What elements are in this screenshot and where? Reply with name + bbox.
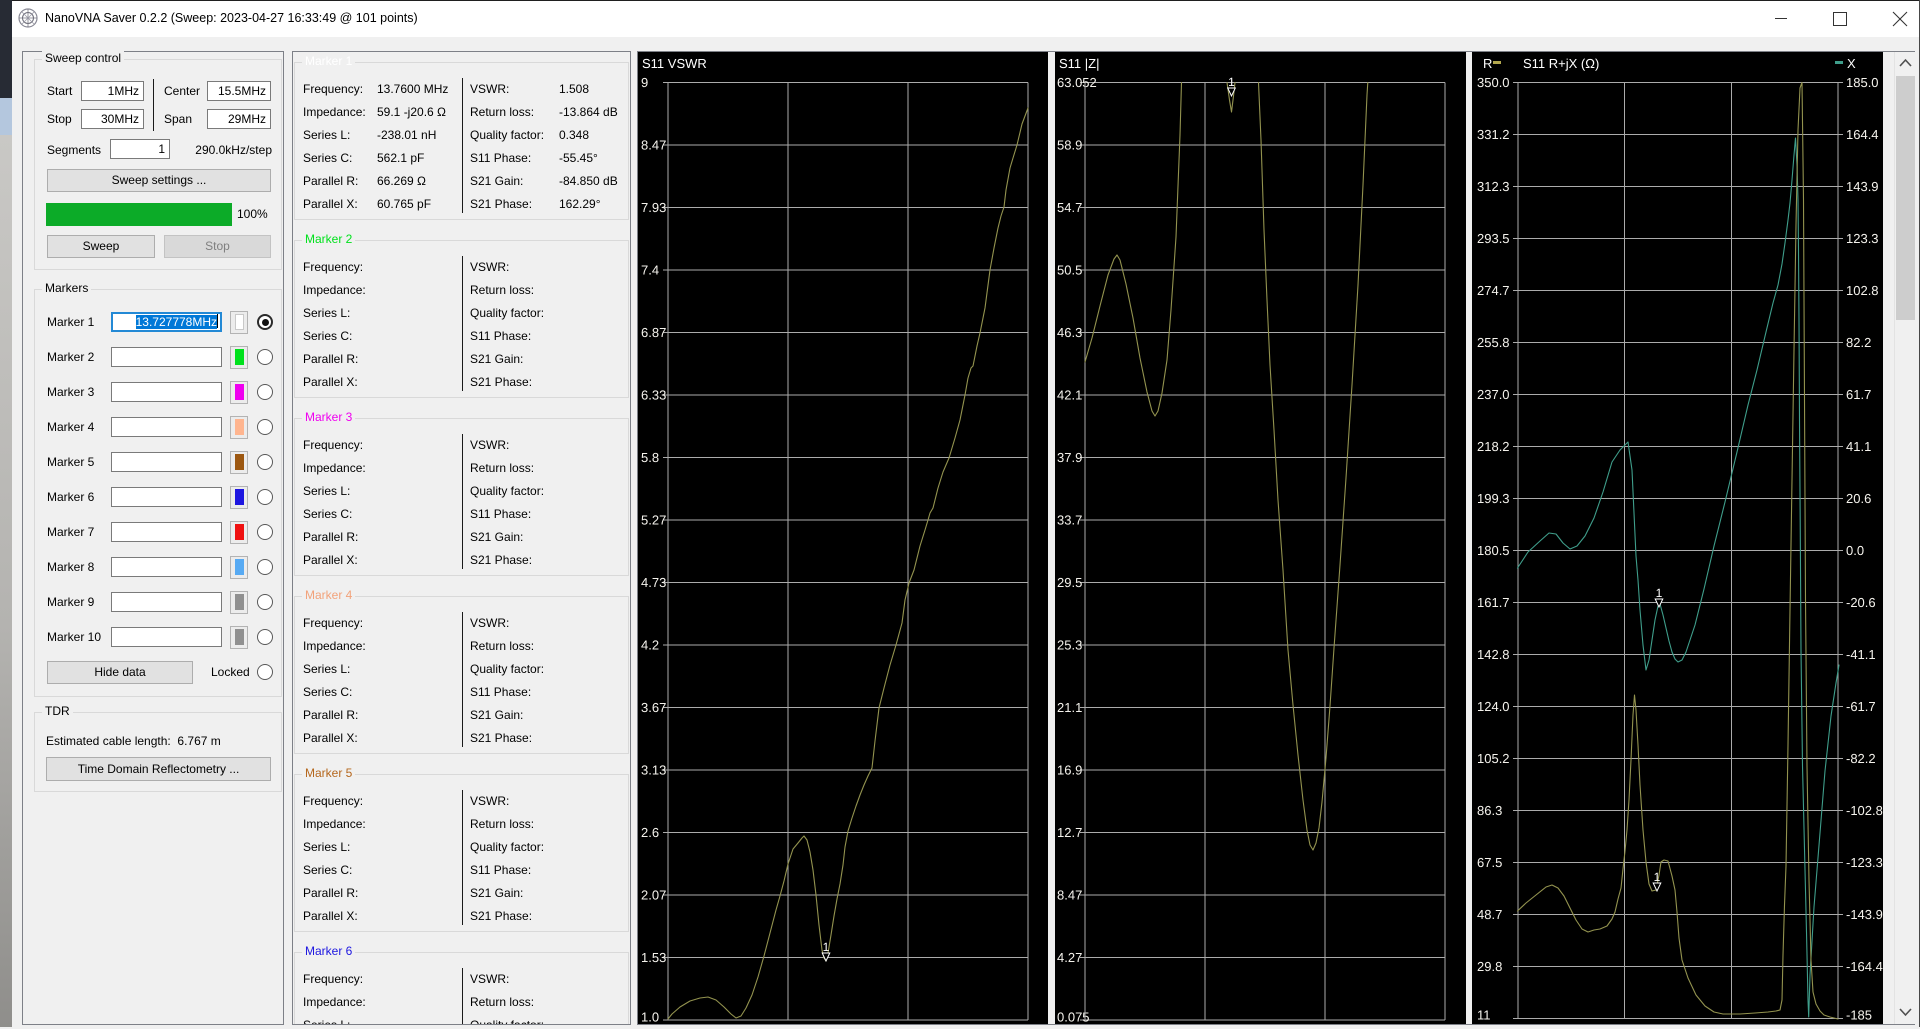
svg-text:4.73: 4.73 [641, 575, 666, 590]
svg-text:143.9: 143.9 [1846, 179, 1879, 194]
svg-text:-185: -185 [1846, 1008, 1872, 1023]
svg-text:1: 1 [1654, 870, 1661, 884]
svg-text:102.8: 102.8 [1846, 283, 1879, 298]
svg-text:8.47: 8.47 [641, 138, 666, 153]
svg-text:185.0: 185.0 [1846, 75, 1879, 90]
svg-text:-41.1: -41.1 [1846, 647, 1876, 662]
svg-text:-102.8: -102.8 [1846, 803, 1883, 818]
svg-text:S11 R+jX (Ω): S11 R+jX (Ω) [1523, 56, 1599, 71]
svg-text:7.4: 7.4 [641, 263, 659, 278]
svg-text:50.5: 50.5 [1057, 263, 1082, 278]
svg-text:46.3: 46.3 [1057, 325, 1082, 340]
svg-text:5.27: 5.27 [641, 513, 666, 528]
svg-text:1: 1 [1228, 75, 1235, 89]
svg-text:1: 1 [1656, 586, 1663, 600]
svg-text:237.0: 237.0 [1477, 387, 1510, 402]
svg-text:21.1: 21.1 [1057, 700, 1082, 715]
svg-text:-20.6: -20.6 [1846, 595, 1876, 610]
svg-text:180.5: 180.5 [1477, 543, 1510, 558]
svg-text:37.9: 37.9 [1057, 450, 1082, 465]
svg-text:82.2: 82.2 [1846, 335, 1871, 350]
svg-text:29.8: 29.8 [1477, 959, 1502, 974]
svg-text:-82.2: -82.2 [1846, 751, 1876, 766]
svg-text:350.0: 350.0 [1477, 75, 1510, 90]
svg-text:R: R [1483, 56, 1492, 71]
svg-text:11: 11 [1477, 1008, 1491, 1023]
svg-text:164.4: 164.4 [1846, 127, 1879, 142]
svg-text:67.5: 67.5 [1477, 855, 1502, 870]
svg-text:293.5: 293.5 [1477, 231, 1510, 246]
svg-text:1: 1 [823, 940, 830, 954]
svg-text:-123.3: -123.3 [1846, 855, 1883, 870]
svg-text:-143.9: -143.9 [1846, 907, 1883, 922]
svg-text:123.3: 123.3 [1846, 231, 1879, 246]
svg-text:2.6: 2.6 [641, 825, 659, 840]
svg-text:218.2: 218.2 [1477, 439, 1510, 454]
svg-text:105.2: 105.2 [1477, 751, 1510, 766]
svg-text:86.3: 86.3 [1477, 803, 1502, 818]
svg-text:0.0: 0.0 [1846, 543, 1864, 558]
svg-text:6.87: 6.87 [641, 325, 666, 340]
svg-text:33.7: 33.7 [1057, 513, 1082, 528]
svg-text:1.0: 1.0 [641, 1010, 659, 1025]
svg-text:16.9: 16.9 [1057, 763, 1082, 778]
svg-text:274.7: 274.7 [1477, 283, 1510, 298]
svg-text:142.8: 142.8 [1477, 647, 1510, 662]
svg-text:-164.4: -164.4 [1846, 959, 1883, 974]
svg-text:-61.7: -61.7 [1846, 699, 1876, 714]
svg-text:7.93: 7.93 [641, 200, 666, 215]
svg-text:4.2: 4.2 [641, 638, 659, 653]
svg-text:2.07: 2.07 [641, 888, 666, 903]
svg-text:61.7: 61.7 [1846, 387, 1871, 402]
svg-text:X: X [1847, 56, 1856, 71]
svg-text:63.052: 63.052 [1057, 75, 1097, 90]
svg-text:3.67: 3.67 [641, 700, 666, 715]
svg-text:41.1: 41.1 [1846, 439, 1871, 454]
svg-text:199.3: 199.3 [1477, 491, 1510, 506]
svg-text:25.3: 25.3 [1057, 638, 1082, 653]
svg-text:58.9: 58.9 [1057, 138, 1082, 153]
svg-text:9: 9 [641, 75, 648, 90]
svg-text:4.27: 4.27 [1057, 950, 1082, 965]
svg-text:48.7: 48.7 [1477, 907, 1502, 922]
svg-text:42.1: 42.1 [1057, 388, 1082, 403]
svg-text:331.2: 331.2 [1477, 127, 1510, 142]
svg-text:12.7: 12.7 [1057, 825, 1082, 840]
svg-text:161.7: 161.7 [1477, 595, 1510, 610]
svg-text:3.13: 3.13 [641, 763, 666, 778]
svg-text:S11 |Z|: S11 |Z| [1059, 56, 1099, 71]
svg-text:29.5: 29.5 [1057, 575, 1082, 590]
svg-text:124.0: 124.0 [1477, 699, 1510, 714]
svg-text:8.47: 8.47 [1057, 888, 1082, 903]
svg-text:1.53: 1.53 [641, 950, 666, 965]
svg-text:S11 VSWR: S11 VSWR [642, 56, 707, 71]
svg-text:5.8: 5.8 [641, 450, 659, 465]
svg-text:20.6: 20.6 [1846, 491, 1871, 506]
svg-text:54.7: 54.7 [1057, 200, 1082, 215]
svg-text:6.33: 6.33 [641, 388, 666, 403]
svg-text:312.3: 312.3 [1477, 179, 1510, 194]
svg-text:255.8: 255.8 [1477, 335, 1510, 350]
